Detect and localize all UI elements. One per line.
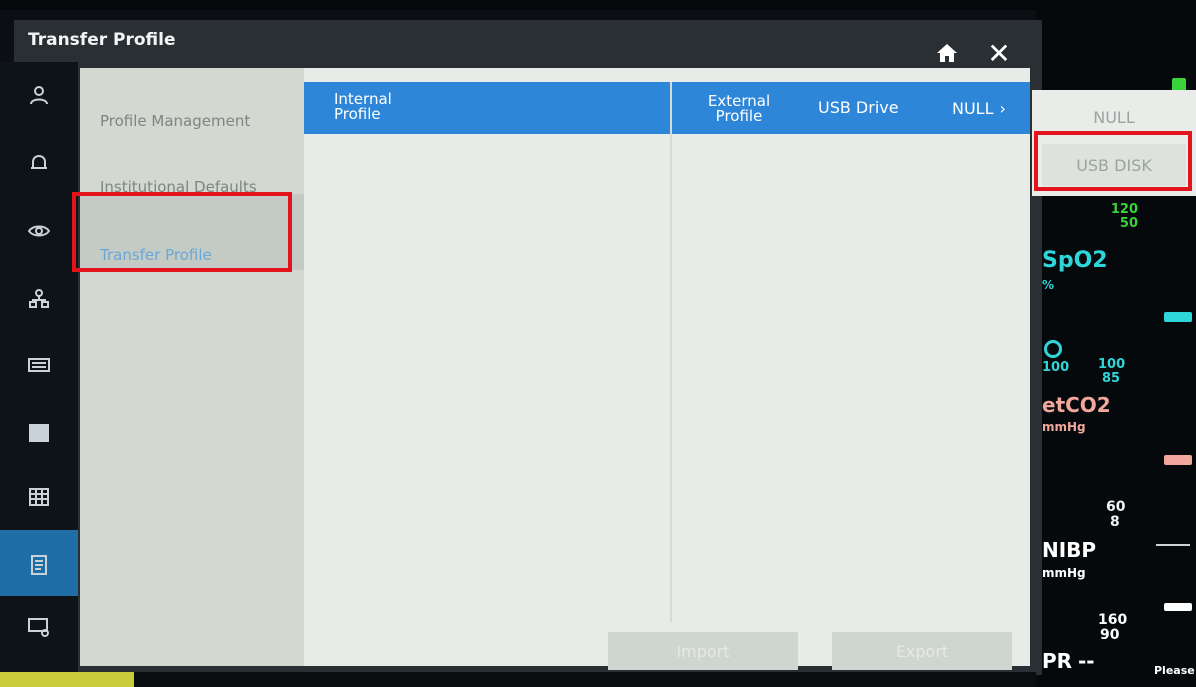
status-message: Please: [1154, 664, 1195, 677]
nibp-status-line: [1156, 544, 1190, 546]
etco2-label: etCO2: [1042, 393, 1111, 417]
top-bezel: [0, 0, 1196, 10]
sidebar: [0, 62, 78, 672]
internal-profile-header: Internal Profile: [334, 90, 392, 123]
transfer-content: Internal Profile External Profile USB Dr…: [304, 68, 1030, 670]
etco2-upper-limit: 60: [1106, 499, 1126, 515]
bell-icon: [31, 154, 47, 169]
spo2-upper-limit: 120: [1110, 202, 1138, 217]
import-button[interactable]: Import: [608, 632, 798, 670]
settings-nav: Profile Management Institutional Default…: [80, 68, 304, 666]
nibp-trend-bar: [1164, 603, 1192, 611]
pr-value: --: [1078, 649, 1095, 673]
sidebar-item-alarms[interactable]: [24, 148, 54, 178]
person-icon: [30, 86, 48, 105]
usb-drive-label: USB Drive: [818, 98, 899, 117]
transfer-profile-dialog: Transfer Profile ✕ Profile Management In…: [14, 20, 1042, 675]
eye-icon: [27, 225, 51, 237]
o2-value: 100: [1042, 360, 1070, 375]
network-icon: [29, 289, 49, 308]
pr-label: PR: [1042, 649, 1073, 673]
close-button[interactable]: ✕: [982, 36, 1016, 70]
nibp-lower-limit: 90: [1100, 627, 1120, 643]
sidebar-item-keyboard[interactable]: [24, 350, 54, 380]
grid-icon: [29, 488, 49, 506]
screen: 120 50 SpO2 % 100 100 85 etCO2 mmHg 60 8…: [0, 0, 1196, 687]
bottom-status-strip: [0, 672, 1036, 687]
columns-icon: [29, 424, 49, 442]
annotation-box-usb-disk: [1034, 131, 1192, 191]
circle-icon: [1044, 340, 1062, 358]
spo2-lower-limit: 50: [1119, 216, 1138, 231]
column-divider: [670, 82, 672, 622]
sidebar-item-layout[interactable]: [24, 418, 54, 448]
etco2-trend-bar: [1164, 455, 1192, 465]
spo2-trend-bar: [1164, 312, 1192, 322]
spo2-label: SpO2: [1042, 248, 1108, 273]
limit-upper: 100: [1098, 357, 1126, 372]
nibp-upper-limit: 160: [1098, 612, 1128, 628]
annotation-box-transfer-profile: [72, 192, 292, 272]
nibp-unit: mmHg: [1042, 566, 1086, 580]
sidebar-item-patient[interactable]: [24, 80, 54, 110]
dialog-title: Transfer Profile: [28, 30, 176, 50]
usb-drive-value: NULL: [952, 98, 994, 118]
spo2-unit: %: [1042, 278, 1055, 292]
external-profile-header: External Profile: [707, 92, 771, 125]
bottom-status-indicator: [0, 672, 134, 687]
etco2-lower-limit: 8: [1110, 514, 1120, 530]
sidebar-item-system[interactable]: [24, 612, 54, 642]
limit-lower: 85: [1102, 371, 1121, 386]
usb-drive-select[interactable]: NULL ›: [952, 92, 1028, 124]
sidebar-item-reports[interactable]: [24, 550, 54, 580]
keyboard-icon: [28, 358, 50, 372]
monitor-settings-icon: [28, 618, 49, 637]
document-icon: [31, 555, 47, 575]
home-icon: [937, 44, 957, 62]
nibp-label: NIBP: [1042, 538, 1097, 562]
sidebar-item-network[interactable]: [24, 284, 54, 314]
close-icon: ✕: [987, 36, 1011, 70]
etco2-unit: mmHg: [1042, 420, 1086, 434]
nav-item-profile-management[interactable]: Profile Management: [100, 112, 250, 130]
chevron-right-icon: ›: [999, 98, 1006, 118]
profile-header-bar: Internal Profile External Profile USB Dr…: [304, 82, 1030, 134]
export-button[interactable]: Export: [832, 632, 1012, 670]
sidebar-item-view[interactable]: [24, 216, 54, 246]
sidebar-item-config[interactable]: [24, 482, 54, 512]
home-button[interactable]: [932, 38, 962, 68]
